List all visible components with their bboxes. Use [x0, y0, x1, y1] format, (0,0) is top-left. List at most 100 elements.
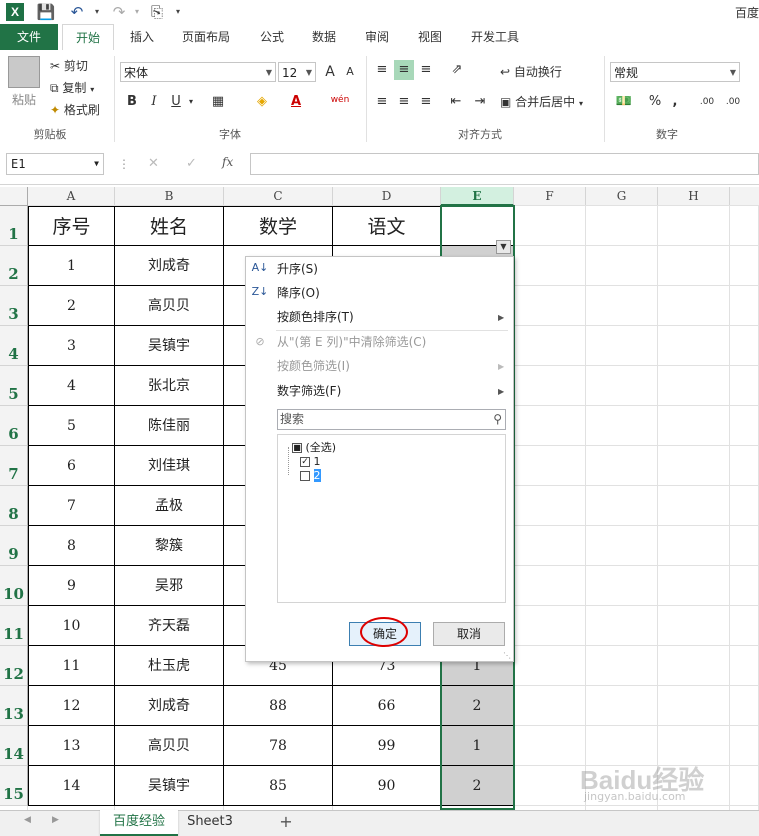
scroll-right-icon[interactable]: ▶ — [52, 815, 59, 825]
filter-item-select-all[interactable]: ■ (全选) — [292, 441, 336, 455]
cell-seq[interactable]: 4 — [28, 366, 115, 406]
cell-seq[interactable]: 12 — [28, 686, 115, 726]
row-header[interactable]: 8 — [0, 486, 28, 526]
cell-name[interactable]: 张北京 — [115, 366, 224, 406]
row-header[interactable]: 10 — [0, 566, 28, 606]
menu-separator — [276, 330, 508, 331]
resize-grip-icon[interactable]: ⋱ — [503, 651, 511, 660]
row-header[interactable]: 11 — [0, 606, 28, 646]
submenu-arrow-icon: ▶ — [498, 362, 505, 371]
highlight-circle — [360, 617, 408, 647]
sheet-tab-active[interactable]: 百度经验 — [100, 810, 178, 836]
add-sheet-button[interactable]: + — [274, 810, 298, 834]
row-header[interactable]: 6 — [0, 406, 28, 446]
cell-name[interactable]: 陈佳丽 — [115, 406, 224, 446]
sort-descending-item[interactable]: 降序(O) — [277, 283, 320, 303]
row-header[interactable]: 5 — [0, 366, 28, 406]
clear-filter-icon: ⊘ — [255, 335, 265, 348]
row-header[interactable]: 15 — [0, 766, 28, 806]
search-icon: ⚲ — [493, 412, 502, 426]
row-header[interactable]: 9 — [0, 526, 28, 566]
cell-name[interactable]: 高贝贝 — [115, 286, 224, 326]
watermark-url: jingyan.baidu.com — [584, 790, 686, 803]
header-cell-seq[interactable]: 序号 — [28, 206, 115, 246]
cell-seq[interactable]: 6 — [28, 446, 115, 486]
row-number: 14 — [3, 745, 24, 763]
cell-seq[interactable]: 2 — [28, 286, 115, 326]
cell-name[interactable]: 刘成奇 — [115, 686, 224, 726]
cell-chinese[interactable]: 90 — [333, 766, 441, 806]
row-header[interactable]: 4 — [0, 326, 28, 366]
row-header[interactable]: 14 — [0, 726, 28, 766]
row-header[interactable]: 2 — [0, 246, 28, 286]
cell-math[interactable]: 78 — [224, 726, 333, 766]
row-header[interactable]: 1 — [0, 206, 28, 246]
cell-seq[interactable]: 13 — [28, 726, 115, 766]
cell-seq[interactable]: 7 — [28, 486, 115, 526]
cell-name[interactable]: 黎簇 — [115, 526, 224, 566]
cell-seq[interactable]: 14 — [28, 766, 115, 806]
header-cell-chinese[interactable]: 语文 — [333, 206, 441, 246]
filter-search-input[interactable]: 搜索 ⚲ — [277, 409, 506, 430]
number-filters-item[interactable]: 数字筛选(F) — [277, 381, 341, 401]
cell-math[interactable]: 85 — [224, 766, 333, 806]
row-header[interactable]: 7 — [0, 446, 28, 486]
cell-name[interactable]: 刘佳琪 — [115, 446, 224, 486]
cell-chinese[interactable]: 66 — [333, 686, 441, 726]
filter-item-2[interactable]: 2 — [300, 469, 321, 483]
cell-name[interactable]: 高贝贝 — [115, 726, 224, 766]
cell-seq[interactable]: 8 — [28, 526, 115, 566]
cell-name[interactable]: 孟极 — [115, 486, 224, 526]
cell-chinese[interactable]: 99 — [333, 726, 441, 766]
cell-name[interactable]: 刘成奇 — [115, 246, 224, 286]
row-number: 9 — [8, 545, 19, 563]
header-cell-name[interactable]: 姓名 — [115, 206, 224, 246]
row-number: 5 — [8, 385, 19, 403]
scroll-left-icon[interactable]: ◀ — [24, 815, 31, 825]
row-number: 11 — [3, 625, 24, 643]
filter-dropdown-button[interactable]: ▼ — [496, 240, 511, 254]
cell-seq[interactable]: 9 — [28, 566, 115, 606]
row-number: 10 — [3, 585, 24, 603]
cancel-button[interactable]: 取消 — [433, 622, 505, 646]
sort-ascending-item[interactable]: 升序(S) — [277, 259, 318, 279]
gridline — [729, 206, 730, 810]
cell-seq[interactable]: 11 — [28, 646, 115, 686]
row-number: 2 — [8, 265, 19, 283]
sort-by-color-item[interactable]: 按颜色排序(T) — [277, 307, 354, 327]
submenu-arrow-icon: ▶ — [498, 387, 505, 396]
filter-item-1[interactable]: ✓ 1 — [300, 455, 321, 469]
sort-descending-icon: Z↓ — [251, 285, 269, 298]
filter-by-color-item[interactable]: 按颜色筛选(I) — [277, 356, 350, 376]
row-header[interactable]: 12 — [0, 646, 28, 686]
cell-seq[interactable]: 5 — [28, 406, 115, 446]
row-header[interactable]: 3 — [0, 286, 28, 326]
cell-name[interactable]: 吴镇宇 — [115, 766, 224, 806]
row-number: 6 — [8, 425, 19, 443]
row-number: 13 — [3, 705, 24, 723]
cell-math[interactable]: 88 — [224, 686, 333, 726]
cell-name[interactable]: 杜玉虎 — [115, 646, 224, 686]
row-number: 4 — [8, 345, 19, 363]
cell-name[interactable]: 齐天磊 — [115, 606, 224, 646]
sheet-tab-sheet3[interactable]: Sheet3 — [180, 810, 240, 834]
cell-seq[interactable]: 10 — [28, 606, 115, 646]
cell-seq[interactable]: 3 — [28, 326, 115, 366]
filter-values-list: ■ (全选) ✓ 1 2 — [277, 434, 506, 603]
row-number: 15 — [3, 785, 24, 803]
row-header[interactable]: 13 — [0, 686, 28, 726]
checkbox-partial[interactable]: ■ — [292, 443, 302, 453]
cell-name[interactable]: 吴镇宇 — [115, 326, 224, 366]
row-number: 7 — [8, 465, 19, 483]
gridline — [585, 206, 586, 810]
cell-name[interactable]: 吴邪 — [115, 566, 224, 606]
header-cell-math[interactable]: 数学 — [224, 206, 333, 246]
sort-ascending-icon: A↓ — [251, 261, 269, 274]
gridline — [657, 206, 658, 810]
checkbox-checked[interactable]: ✓ — [300, 457, 310, 467]
autofilter-dropdown: A↓ 升序(S) Z↓ 降序(O) 按颜色排序(T) ▶ ⊘ 从"(第 E 列)… — [245, 256, 514, 662]
row-number: 8 — [8, 505, 19, 523]
clear-filter-item[interactable]: 从"(第 E 列)"中清除筛选(C) — [277, 332, 426, 352]
checkbox-unchecked[interactable] — [300, 471, 310, 481]
cell-seq[interactable]: 1 — [28, 246, 115, 286]
